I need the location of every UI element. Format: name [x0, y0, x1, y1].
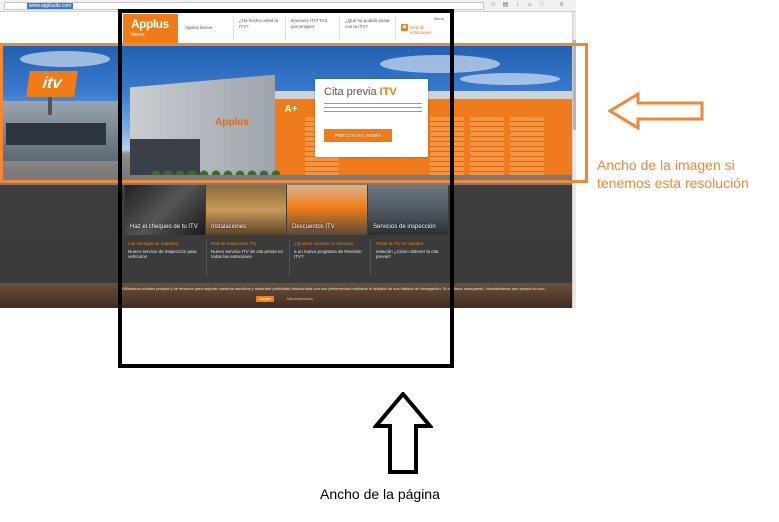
reader-icon[interactable]: ▤: [502, 2, 509, 9]
page-width-frame: [118, 9, 454, 368]
image-width-annotation-line2: tenemos esta resolución: [597, 175, 749, 191]
url-text: www.applusitv.com: [27, 3, 74, 9]
image-width-annotation: Ancho de la imagen si tenemos esta resol…: [597, 156, 749, 192]
left-arrow-icon: [608, 92, 704, 130]
image-width-annotation-line1: Ancho de la imagen si: [597, 157, 735, 173]
home-icon[interactable]: ⌂: [526, 2, 533, 9]
star-icon[interactable]: ☆: [490, 2, 497, 9]
up-arrow-icon: [373, 392, 433, 474]
menu-icon[interactable]: ≡: [558, 2, 565, 9]
page-width-annotation: Ancho de la página: [320, 486, 440, 502]
download-icon[interactable]: ↓: [514, 2, 521, 9]
bookmark-icon[interactable]: ♡: [538, 2, 545, 9]
